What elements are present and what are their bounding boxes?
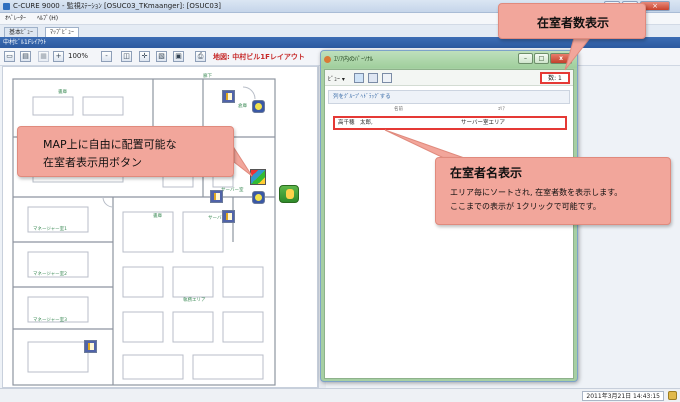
person-icon [286, 189, 294, 199]
popup-toolbar: ﾋﾞｭｰ ▾ 数: 1 [325, 70, 573, 86]
panel-icon[interactable]: ▣ [173, 51, 184, 62]
person-icon [324, 56, 331, 63]
map-label-storage: 倉庫 [238, 102, 247, 109]
occupancy-button-server3[interactable] [222, 210, 235, 223]
document-title: 中村ﾋﾞﾙ1Fﾚｲｱｳﾄ [3, 39, 47, 46]
popup-minimize-button[interactable]: – [518, 53, 533, 64]
filter-icon[interactable] [382, 73, 392, 83]
callout-map-line2: 在室者表示用ボタン [43, 156, 142, 169]
map-label-manager1: マネージャー室1 [33, 225, 67, 232]
map-label-server: サーバー室 [221, 186, 244, 193]
menu-operator[interactable]: ｵﾍﾟﾚｰﾀｰ [5, 15, 26, 22]
map-label-manager3: マネージャー室3 [33, 316, 67, 323]
status-datetime: 2011年3月21日 14:43:15 [582, 391, 664, 401]
popup-maximize-button[interactable]: □ [534, 53, 549, 64]
map-label-archive: 書庫 [58, 88, 67, 95]
center-icon[interactable]: ✛ [139, 51, 150, 62]
app-icon [3, 3, 10, 10]
book-icon [88, 343, 94, 350]
zoom-level[interactable]: 100% [68, 52, 88, 60]
column-header-name[interactable]: 名前 [394, 106, 403, 112]
map-title: 地図: 中村ビル1Fレイアウト [213, 53, 305, 61]
callout-count-text: 在室者数表示 [536, 16, 609, 30]
save-icon[interactable]: ▭ [4, 51, 15, 62]
occupancy-button-storage-2[interactable] [252, 100, 265, 113]
zoom-in-button[interactable]: + [53, 51, 64, 62]
lock-icon [668, 391, 677, 400]
window-title: C-CURE 9000 - 監視ｽﾃｰｼｮﾝ [OSUC03_TKmaanger… [13, 2, 222, 10]
popup-title: ｴﾘｱ内のﾊﾟｰｿﾅﾙ [334, 56, 374, 63]
fit-icon[interactable]: ◫ [121, 51, 132, 62]
occupancy-button-storage[interactable] [222, 90, 235, 103]
occupancy-button-server-room-3[interactable] [252, 191, 265, 204]
callout-name-line1: エリア毎にソートされ, 在室者数を表示します。 [450, 188, 623, 197]
menu-help[interactable]: ﾍﾙﾌﾟ(H) [37, 15, 58, 22]
person-icon [255, 103, 262, 110]
floor-map[interactable]: 廊下 書庫 倉庫 セミナールーム サーバー室 サーバー室3 マネージャー室1 マ… [2, 66, 318, 388]
map-label-manager2: マネージャー室2 [33, 270, 67, 277]
map-label-archive2: 書庫 [153, 212, 162, 219]
status-bar: 2011年3月21日 14:43:15 [0, 388, 680, 402]
occupancy-button-manager3[interactable] [84, 340, 97, 353]
overview-icon[interactable]: ▧ [156, 51, 167, 62]
callout-occupant-count: 在室者数表示 [498, 3, 646, 39]
popup-close-button[interactable]: x [550, 53, 572, 64]
callout-map-button: MAP上に自由に配置可能な 在室者表示用ボタン [17, 126, 234, 177]
app-window: C-CURE 9000 - 監視ｽﾃｰｼｮﾝ [OSUC03_TKmaanger… [0, 0, 680, 402]
floor-plan: 廊下 書庫 倉庫 セミナールーム サーバー室 サーバー室3 マネージャー室1 マ… [12, 72, 276, 386]
map-label-office: 執務エリア [183, 296, 206, 303]
occupant-name: 高千穂 太郎, [338, 120, 373, 126]
column-header-area[interactable]: ｴﾘｱ [498, 106, 505, 112]
print-icon[interactable] [368, 73, 378, 83]
callout-name-title: 在室者名表示 [450, 166, 523, 180]
layout-icon[interactable]: ▤ [20, 51, 31, 62]
occupancy-button-server-room-2[interactable] [210, 190, 223, 203]
callout-name-line2: ここまでの表示が 1クリックで可能です。 [450, 202, 601, 211]
grid-icon[interactable]: ▦ [38, 51, 49, 62]
group-by-area[interactable]: 列をｸﾞﾙｰﾌﾟﾍﾄﾞﾗｯｸﾞする [328, 90, 570, 104]
occupancy-button-server-room[interactable] [250, 169, 266, 185]
print-icon[interactable]: ⎙ [195, 51, 206, 62]
map-label-corridor: 廊下 [203, 72, 212, 79]
callout-map-line1: MAP上に自由に配置可能な [43, 138, 177, 151]
tab-basic-view[interactable]: 基本ﾋﾞｭｰ [4, 27, 39, 37]
book-icon [226, 213, 232, 220]
free-placed-occupancy-button[interactable] [279, 185, 299, 203]
zoom-out-button[interactable]: - [101, 51, 112, 62]
person-icon [255, 194, 262, 201]
occupant-area: サーバー室エリア [461, 120, 505, 126]
callout-occupant-names: 在室者名表示 エリア毎にソートされ, 在室者数を表示します。 ここまでの表示が … [435, 157, 671, 225]
table-row[interactable]: 高千穂 太郎, サーバー室エリア [333, 116, 567, 130]
book-icon [226, 93, 232, 100]
popup-title-bar: ｴﾘｱ内のﾊﾟｰｿﾅﾙ – □ x [321, 51, 577, 68]
book-icon [214, 193, 220, 200]
column-headers: 名前 ｴﾘｱ [328, 106, 570, 113]
occupant-count: 数: 1 [540, 72, 570, 84]
refresh-icon[interactable] [354, 73, 364, 83]
view-menu[interactable]: ﾋﾞｭｰ ▾ [328, 74, 345, 83]
tab-map-view[interactable]: ﾏｯﾌﾟﾋﾞｭｰ [45, 27, 80, 37]
